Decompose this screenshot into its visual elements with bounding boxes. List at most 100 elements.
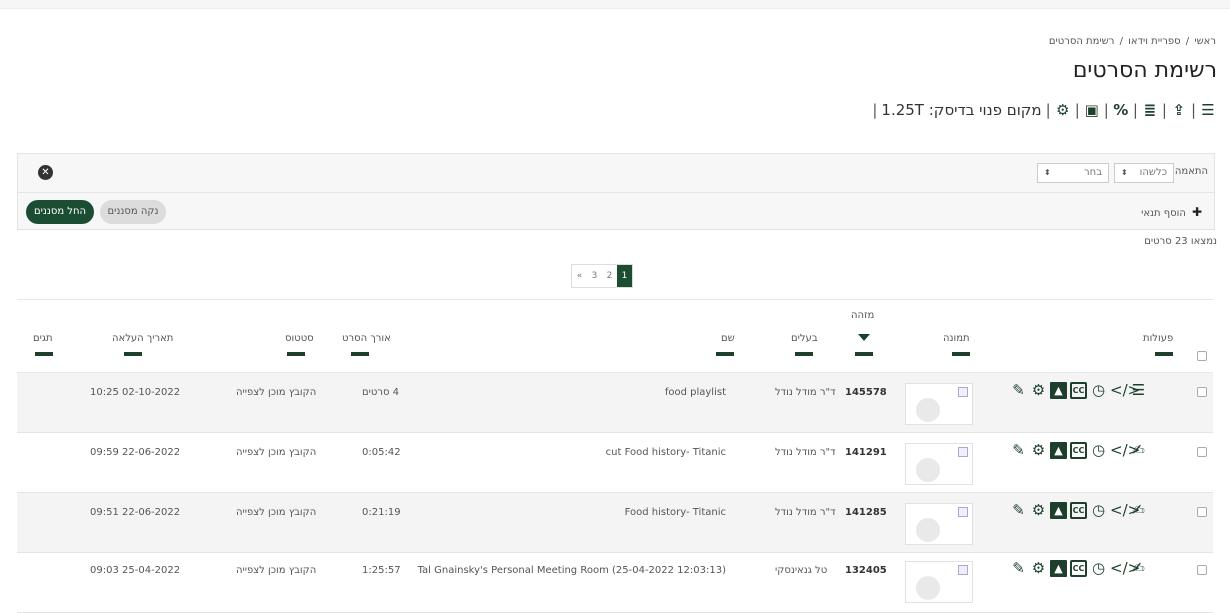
results-count: נמצאו 23 סרטים [1144,236,1217,247]
filter-panel: ✕ התאמה כלשהו ⬍ בחר ⬍ ✚הוסף תנאי החל מסנ… [17,153,1215,230]
pager-page-1[interactable]: 1 [617,265,632,287]
image-icon[interactable]: ▲ [1050,560,1067,577]
edit-icon[interactable]: ✎ [1010,560,1027,577]
row-status: הקובץ מוכן לצפייה [236,565,317,576]
disk-space-value: 1.25T [881,101,924,119]
row-actions: ✎ ⚙ ▲ CC ◷ </> ☰ [1010,382,1147,399]
pagination: « 3 2 1 [571,264,633,288]
match-label: התאמה [1174,166,1208,177]
breadcrumb-home[interactable]: ראשי [1194,36,1216,47]
captions-icon[interactable]: CC [1070,560,1087,577]
col-image-sort[interactable] [952,352,970,356]
match-mode-select[interactable]: כלשהו ⬍ [1114,163,1174,183]
add-condition-link[interactable]: ✚הוסף תנאי [1141,205,1202,219]
field-select[interactable]: בחר ⬍ [1037,163,1109,183]
clock-icon[interactable]: ◷ [1090,442,1107,459]
embed-code-icon[interactable]: </> [1110,442,1140,459]
row-name[interactable]: Food history- Titanic [625,507,726,518]
edit-details-icon[interactable]: ✍ [1130,560,1147,577]
row-name[interactable]: food playlist [665,387,726,398]
breadcrumb-video-library[interactable]: ספריית וידאו [1128,36,1180,47]
video-thumbnail[interactable] [905,503,973,545]
upload-icon[interactable]: ⇪ [1171,102,1187,118]
row-duration: 0:21:19 [362,507,401,518]
row-duration: 1:25:57 [362,565,401,576]
gear-icon[interactable]: ⚙ [1030,560,1047,577]
video-thumbnail[interactable] [905,383,973,425]
gear-icon[interactable]: ⚙ [1030,382,1047,399]
row-actions: ✎ ⚙ ▲ CC ◷ </> ✍ [1010,560,1147,577]
row-actions: ✎ ⚙ ▲ CC ◷ </> ✍ [1010,502,1147,519]
col-name-sort[interactable] [716,352,734,356]
table-row[interactable]: ✎ ⚙ ▲ CC ◷ </> ✍ 141291 ד"ר מודל נודל cu… [17,433,1213,493]
row-date: 22-06-2022 09:59 [90,447,181,458]
captions-icon[interactable]: CC [1070,442,1087,459]
image-icon[interactable]: ▲ [1050,442,1067,459]
embed-code-icon[interactable]: </> [1110,502,1140,519]
table-row[interactable]: ✎ ⚙ ▲ CC ◷ </> ✍ 132405 טל גנאינסקי Tal … [17,553,1213,613]
video-thumbnail[interactable] [905,443,973,485]
edit-icon[interactable]: ✎ [1010,502,1027,519]
col-id-sort[interactable] [855,352,873,356]
gear-icon[interactable]: ⚙ [1055,102,1071,118]
image-icon[interactable]: ▲ [1050,502,1067,519]
row-checkbox[interactable] [1197,507,1207,517]
image-icon[interactable]: ▲ [1050,382,1067,399]
col-tags: תגים [33,333,53,344]
col-status-sort[interactable] [287,352,305,356]
row-status: הקובץ מוכן לצפייה [236,507,317,518]
col-owner-sort[interactable] [795,352,813,356]
col-owner: בעלים [791,333,818,344]
playlist-icon[interactable]: ☰ [1130,382,1147,399]
edit-icon[interactable]: ✎ [1010,382,1027,399]
plus-icon: ✚ [1191,205,1202,219]
edit-details-icon[interactable]: ✍ [1130,442,1147,459]
row-checkbox[interactable] [1197,447,1207,457]
list-view-icon[interactable]: ☰ [1200,102,1216,118]
embed-code-icon[interactable]: </> [1110,560,1140,577]
pager-first[interactable]: « [572,265,587,287]
pager-page-2[interactable]: 2 [602,265,617,287]
col-status: סטטוס [285,333,314,344]
filter-row: ✕ התאמה כלשהו ⬍ בחר ⬍ [18,154,1214,193]
col-duration-sort[interactable] [351,352,369,356]
table-row[interactable]: ✎ ⚙ ▲ CC ◷ </> ✍ 141285 ד"ר מודל נודל Fo… [17,493,1213,553]
clock-icon[interactable]: ◷ [1090,560,1107,577]
row-checkbox[interactable] [1197,387,1207,397]
row-name[interactable]: cut Food history- Titanic [606,447,726,458]
trash-icon[interactable]: ▣ [1084,102,1100,118]
captions-icon[interactable]: CC [1070,382,1087,399]
sort-desc-icon[interactable] [858,334,870,341]
breadcrumb-separator: / [1185,36,1190,47]
row-date: 22-06-2022 09:51 [90,507,181,518]
select-all-checkbox[interactable] [1197,351,1207,361]
row-checkbox[interactable] [1197,565,1207,575]
close-icon[interactable]: ✕ [38,165,53,180]
apply-filters-button[interactable]: החל מסננים [26,200,94,224]
captions-icon[interactable]: CC [1070,502,1087,519]
clock-icon[interactable]: ◷ [1090,502,1107,519]
edit-details-icon[interactable]: ✍ [1130,502,1147,519]
col-id: מזהה [851,310,875,321]
video-thumbnail[interactable] [905,561,973,603]
clock-icon[interactable]: ◷ [1090,382,1107,399]
col-upload-date-sort[interactable] [124,352,142,356]
edit-icon[interactable]: ✎ [1010,442,1027,459]
row-name[interactable]: Tal Gnainsky's Personal Meeting Room (25… [418,565,726,576]
row-status: הקובץ מוכן לצפייה [236,447,317,458]
col-tags-sort[interactable] [35,352,53,356]
gear-icon[interactable]: ⚙ [1030,442,1047,459]
table-row[interactable]: ✎ ⚙ ▲ CC ◷ </> ☰ 145578 ד"ר מודל נודל fo… [17,373,1213,433]
row-duration: 4 סרטים [362,387,400,398]
disk-space-label: מקום פנוי בדיסק: [928,101,1042,119]
top-bar [0,0,1230,9]
gear-icon[interactable]: ⚙ [1030,502,1047,519]
row-owner: ד"ר מודל נודל [775,447,836,458]
pager-page-3[interactable]: 3 [587,265,602,287]
row-owner: ד"ר מודל נודל [775,507,836,518]
link-icon[interactable]: % [1113,102,1129,118]
embed-code-icon[interactable]: </> [1110,382,1140,399]
clear-filters-button[interactable]: נקה מסננים [100,200,166,224]
col-actions-sort[interactable] [1155,352,1173,356]
list-icon[interactable]: ≣ [1142,102,1158,118]
